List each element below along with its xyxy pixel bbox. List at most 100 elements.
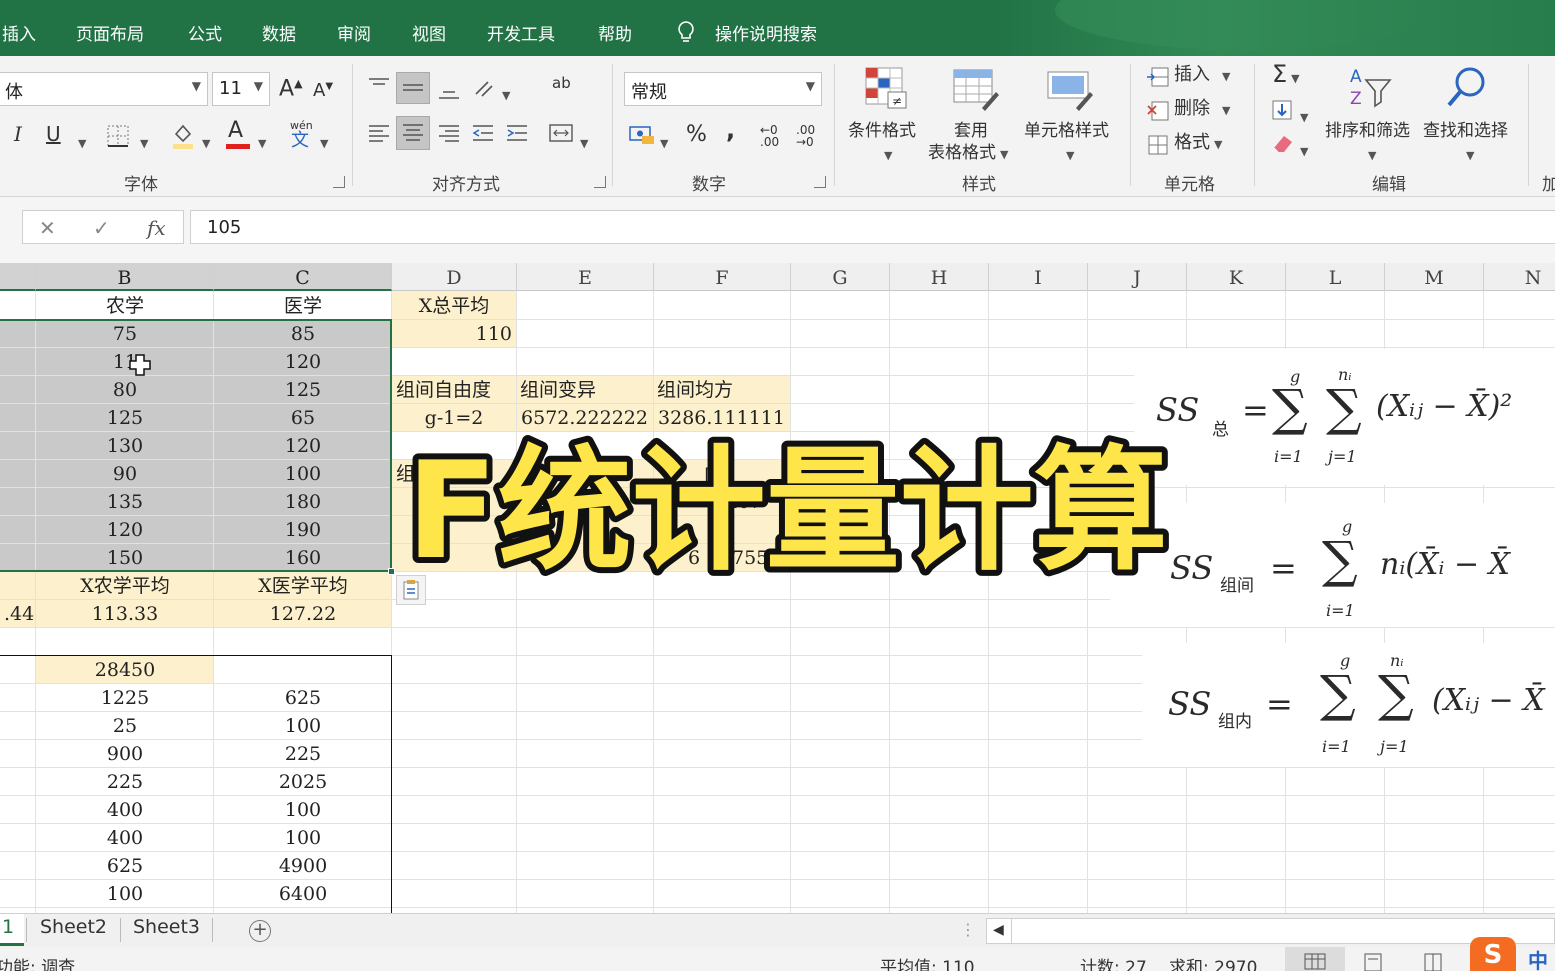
cell-c2[interactable]: 85 — [214, 319, 392, 347]
align-center-button[interactable] — [396, 116, 430, 150]
cancel-icon[interactable]: ✕ — [39, 216, 56, 240]
column-header-i[interactable]: I — [989, 263, 1088, 291]
cell-c20[interactable]: 100 — [214, 823, 392, 851]
conditional-format-dropdown[interactable]: ▼ — [880, 142, 892, 162]
column-header-b[interactable]: B — [36, 263, 214, 291]
font-color-dropdown[interactable]: ▼ — [254, 130, 266, 150]
tab-view[interactable]: 视图 — [412, 20, 446, 45]
cell-c1[interactable]: 医学 — [214, 291, 392, 319]
format-as-table-icon[interactable] — [952, 68, 1000, 112]
tab-page-layout[interactable]: 页面布局 — [76, 20, 144, 45]
column-header-c[interactable]: C — [214, 263, 392, 291]
find-select-dropdown[interactable]: ▼ — [1462, 142, 1474, 162]
cell-b11[interactable]: X农学平均 — [36, 571, 214, 599]
font-launcher-icon[interactable] — [333, 176, 345, 188]
sogou-ime-icon[interactable]: S — [1470, 937, 1516, 971]
percent-button[interactable]: % — [686, 124, 707, 146]
cell-b20[interactable]: 400 — [36, 823, 214, 851]
increase-decimal-button[interactable]: ←0 .00 — [760, 124, 786, 148]
horizontal-scrollbar[interactable]: ◀ — [986, 918, 1555, 944]
column-header-a[interactable] — [0, 263, 36, 291]
spreadsheet-grid[interactable]: B C D E F G H I J K L M N 农学 医学 X总平均 110… — [0, 263, 1555, 913]
insert-function-button[interactable]: fx — [147, 216, 166, 240]
cell-b3[interactable]: 11 — [36, 347, 214, 375]
format-cells-button[interactable]: 格式 ▼ — [1174, 134, 1222, 152]
fill-down-icon[interactable] — [1270, 98, 1294, 122]
cell-b6[interactable]: 130 — [36, 431, 214, 459]
column-header-d[interactable]: D — [392, 263, 517, 291]
conditional-format-button[interactable]: 条件格式 — [848, 116, 916, 141]
cell-b15[interactable]: 1225 — [36, 683, 214, 711]
decrease-decimal-button[interactable]: .00 →0 — [796, 124, 822, 148]
tab-insert[interactable]: 插入 — [2, 20, 36, 45]
underline-dropdown[interactable]: ▼ — [74, 130, 86, 150]
align-bottom-icon[interactable] — [436, 80, 462, 102]
cell-d4[interactable]: 组间自由度 — [392, 375, 516, 403]
border-icon[interactable] — [106, 124, 130, 148]
cell-b12[interactable]: 113.33 — [36, 599, 214, 627]
autosum-button[interactable]: Σ ▼ — [1272, 62, 1300, 86]
delete-cells-icon[interactable] — [1146, 100, 1170, 122]
align-left-icon[interactable] — [366, 122, 392, 144]
cell-b17[interactable]: 900 — [36, 739, 214, 767]
cell-b10[interactable]: 150 — [36, 543, 214, 571]
column-header-k[interactable]: K — [1187, 263, 1286, 291]
number-launcher-icon[interactable] — [814, 176, 826, 188]
conditional-format-icon[interactable]: ≠ — [862, 64, 910, 112]
sheet-tab-active[interactable]: 1 — [0, 914, 24, 946]
merge-dropdown[interactable]: ▼ — [576, 130, 588, 150]
cell-b8[interactable]: 135 — [36, 487, 214, 515]
increase-indent-icon[interactable] — [504, 122, 530, 144]
accounting-format-icon[interactable] — [628, 124, 656, 146]
cell-c11[interactable]: X医学平均 — [214, 571, 392, 599]
number-format-combo[interactable]: 常规 ▼ — [624, 72, 822, 106]
cell-c19[interactable]: 100 — [214, 795, 392, 823]
delete-cells-button[interactable]: 删除 ▼ — [1174, 100, 1230, 118]
cell-f5[interactable]: 3286.111111 — [653, 403, 790, 431]
cell-b5[interactable]: 125 — [36, 403, 214, 431]
add-sheet-button[interactable]: + — [249, 920, 271, 942]
column-header-m[interactable]: M — [1385, 263, 1484, 291]
cell-c18[interactable]: 2025 — [214, 767, 392, 795]
cell-b19[interactable]: 400 — [36, 795, 214, 823]
align-right-icon[interactable] — [436, 122, 462, 144]
clear-dropdown[interactable]: ▼ — [1296, 138, 1308, 158]
cell-c17[interactable]: 225 — [214, 739, 392, 767]
cell-b7[interactable]: 90 — [36, 459, 214, 487]
cell-c4[interactable]: 125 — [214, 375, 392, 403]
cell-c15[interactable]: 625 — [214, 683, 392, 711]
cell-b2[interactable]: 75 — [36, 319, 214, 347]
cell-b1[interactable]: 农学 — [36, 291, 214, 319]
tab-developer[interactable]: 开发工具 — [487, 20, 555, 45]
cell-d2[interactable]: 110 — [392, 319, 516, 347]
cell-c5[interactable]: 65 — [214, 403, 392, 431]
shrink-font-button[interactable]: A▼ — [313, 82, 333, 100]
insert-cells-button[interactable]: 插入 ▼ — [1174, 66, 1230, 84]
cell-b18[interactable]: 225 — [36, 767, 214, 795]
cell-b14[interactable]: 28450 — [36, 655, 214, 683]
search-icon[interactable] — [1446, 64, 1490, 110]
align-middle-button[interactable] — [396, 72, 430, 104]
phonetic-button[interactable]: 文 — [291, 132, 309, 150]
fill-color-icon[interactable] — [170, 122, 196, 150]
cell-b21[interactable]: 625 — [36, 851, 214, 879]
cell-e4[interactable]: 组间变异 — [516, 375, 653, 403]
column-header-e[interactable]: E — [517, 263, 654, 291]
cell-e5[interactable]: 6572.222222 — [516, 403, 653, 431]
cell-c22[interactable]: 6400 — [214, 879, 392, 907]
cell-d1[interactable]: X总平均 — [392, 291, 516, 319]
tab-help[interactable]: 帮助 — [598, 20, 632, 45]
column-header-h[interactable]: H — [890, 263, 989, 291]
accounting-dropdown[interactable]: ▼ — [656, 130, 668, 150]
sort-filter-dropdown[interactable]: ▼ — [1364, 142, 1376, 162]
cell-c12[interactable]: 127.22 — [214, 599, 392, 627]
cell-a12[interactable]: .44 — [0, 599, 36, 627]
orientation-icon[interactable] — [472, 78, 498, 100]
insert-cells-icon[interactable] — [1146, 66, 1170, 88]
cell-b16[interactable]: 25 — [36, 711, 214, 739]
sheet-tab-sheet2[interactable]: Sheet2 — [40, 916, 107, 938]
font-size-combo[interactable]: 11 ▼ — [212, 72, 270, 106]
column-header-j[interactable]: J — [1088, 263, 1187, 291]
cell-b4[interactable]: 80 — [36, 375, 214, 403]
ime-mode-indicator[interactable]: 中 — [1528, 945, 1548, 971]
